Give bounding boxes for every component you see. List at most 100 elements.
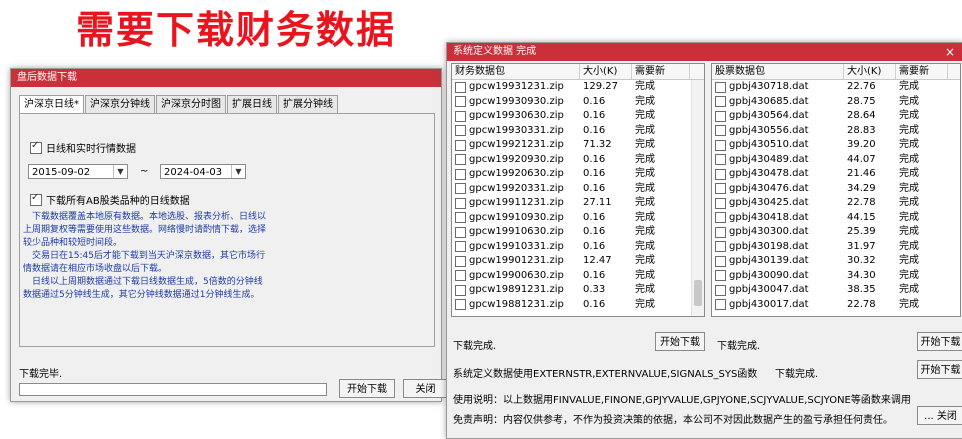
table-row[interactable]: gpbj430476.dat 34.29 完成 — [712, 182, 960, 197]
cell-size: 0.16 — [583, 269, 606, 281]
close-icon[interactable]: × — [943, 43, 957, 61]
row-checkbox[interactable] — [455, 226, 466, 238]
table-row[interactable]: gpbj430017.dat 22.78 完成 — [712, 298, 960, 313]
scrollbar[interactable] — [691, 80, 704, 316]
row-checkbox[interactable] — [715, 284, 726, 296]
row-checkbox[interactable] — [455, 168, 466, 180]
row-checkbox[interactable] — [715, 183, 726, 195]
row-checkbox[interactable] — [715, 81, 726, 93]
stock-start-download-button[interactable]: 开始下载 — [917, 332, 962, 351]
table-row[interactable]: gpbj430300.dat 25.39 完成 — [712, 225, 960, 240]
tab-minute[interactable]: 沪深京分钟线 — [85, 95, 155, 113]
table-row[interactable]: gpcw19891231.zip 0.33 完成 — [452, 283, 704, 298]
table-row[interactable]: gpcw19931231.zip 129.27 完成 — [452, 80, 704, 95]
row-checkbox[interactable] — [715, 255, 726, 267]
table-row[interactable]: gpcw19910331.zip 0.16 完成 — [452, 240, 704, 255]
cell-size: 0.16 — [583, 240, 606, 252]
row-checkbox[interactable] — [455, 81, 466, 93]
table-row[interactable]: gpcw19930930.zip 0.16 完成 — [452, 95, 704, 110]
row-checkbox[interactable] — [715, 299, 726, 311]
table-row[interactable]: gpcw19921231.zip 71.32 完成 — [452, 138, 704, 153]
finance-start-download-button[interactable]: 开始下载 — [655, 332, 705, 351]
table-row[interactable]: gpbj430090.dat 34.30 完成 — [712, 269, 960, 284]
close-button[interactable]: ... 关闭 — [917, 406, 962, 425]
sys-start-download-button[interactable]: 开始下载 — [917, 360, 962, 379]
row-checkbox[interactable] — [715, 125, 726, 137]
table-row[interactable]: gpcw19910630.zip 0.16 完成 — [452, 225, 704, 240]
row-checkbox[interactable] — [715, 139, 726, 151]
table-row[interactable]: gpbj430139.dat 30.32 完成 — [712, 254, 960, 269]
list-header: 财务数据包 大小(K) 需要新 — [452, 64, 704, 80]
daily-checkbox[interactable] — [30, 140, 42, 154]
ab-checkbox-row[interactable]: 下载所有AB股类品种的日线数据 — [30, 192, 190, 207]
close-button[interactable]: 关闭 — [403, 379, 447, 398]
table-row[interactable]: gpbj430564.dat 28.64 完成 — [712, 109, 960, 124]
column-header-size[interactable]: 大小(K) — [580, 64, 632, 79]
column-header-size[interactable]: 大小(K) — [844, 64, 896, 79]
row-checkbox[interactable] — [455, 183, 466, 195]
table-row[interactable]: gpbj430478.dat 21.46 完成 — [712, 167, 960, 182]
row-checkbox[interactable] — [715, 212, 726, 224]
tab-daily[interactable]: 沪深京日线* — [19, 95, 84, 114]
tab-ext-daily[interactable]: 扩展日线 — [227, 95, 277, 113]
row-checkbox[interactable] — [455, 299, 466, 311]
column-header-status[interactable]: 需要新 — [632, 64, 690, 79]
row-checkbox[interactable] — [715, 241, 726, 253]
table-row[interactable]: gpbj430418.dat 44.15 完成 — [712, 211, 960, 226]
table-row[interactable]: gpcw19930331.zip 0.16 完成 — [452, 124, 704, 139]
table-row[interactable]: gpbj430685.dat 28.75 完成 — [712, 95, 960, 110]
window-title: 系统定义数据 完成 — [453, 46, 537, 57]
row-checkbox[interactable] — [455, 255, 466, 267]
column-header-name[interactable]: 财务数据包 — [452, 64, 580, 79]
row-checkbox[interactable] — [455, 154, 466, 166]
tab-intraday[interactable]: 沪深京分时图 — [156, 95, 226, 113]
table-row[interactable]: gpbj430510.dat 39.20 完成 — [712, 138, 960, 153]
row-checkbox[interactable] — [715, 168, 726, 180]
row-checkbox[interactable] — [455, 110, 466, 122]
row-checkbox[interactable] — [715, 226, 726, 238]
column-header-status[interactable]: 需要新 — [896, 64, 948, 79]
row-checkbox[interactable] — [455, 96, 466, 108]
scroll-thumb[interactable] — [694, 280, 702, 306]
table-row[interactable]: gpcw19901231.zip 12.47 完成 — [452, 254, 704, 269]
daily-checkbox-row[interactable]: 日线和实时行情数据 — [30, 140, 136, 155]
row-checkbox[interactable] — [715, 197, 726, 209]
cell-name: gpbj430510.dat — [712, 138, 844, 153]
row-checkbox[interactable] — [715, 154, 726, 166]
table-row[interactable]: gpbj430047.dat 38.35 完成 — [712, 283, 960, 298]
cell-size: 0.16 — [583, 110, 606, 121]
table-row[interactable]: gpcw19920630.zip 0.16 完成 — [452, 167, 704, 182]
table-row[interactable]: gpcw19900630.zip 0.16 完成 — [452, 269, 704, 284]
column-header-name[interactable]: 股票数据包 — [712, 64, 844, 79]
row-checkbox[interactable] — [715, 110, 726, 122]
row-checkbox[interactable] — [715, 270, 726, 282]
table-row[interactable]: gpbj430718.dat 22.76 完成 — [712, 80, 960, 95]
table-row[interactable]: gpcw19881231.zip 0.16 完成 — [452, 298, 704, 313]
row-checkbox[interactable] — [455, 139, 466, 151]
table-row[interactable]: gpcw19910930.zip 0.16 完成 — [452, 211, 704, 226]
table-row[interactable]: gpcw19930630.zip 0.16 完成 — [452, 109, 704, 124]
table-row[interactable]: gpbj430198.dat 31.97 完成 — [712, 240, 960, 255]
row-checkbox[interactable] — [455, 241, 466, 253]
table-row[interactable]: gpbj430556.dat 28.83 完成 — [712, 124, 960, 139]
row-checkbox[interactable] — [455, 284, 466, 296]
end-date-picker[interactable]: 2024-04-03 ▼ — [160, 164, 246, 179]
chevron-down-icon[interactable]: ▼ — [231, 165, 245, 178]
table-row[interactable]: gpcw19920331.zip 0.16 完成 — [452, 182, 704, 197]
tab-ext-minute[interactable]: 扩展分钟线 — [278, 95, 338, 113]
row-checkbox[interactable] — [455, 212, 466, 224]
table-row[interactable]: gpcw19911231.zip 27.11 完成 — [452, 196, 704, 211]
row-checkbox[interactable] — [455, 270, 466, 282]
cell-status: 完成 — [635, 139, 655, 150]
start-date-picker[interactable]: 2015-09-02 ▼ — [28, 164, 128, 179]
chevron-down-icon[interactable]: ▼ — [113, 165, 127, 178]
table-row[interactable]: gpcw19920930.zip 0.16 完成 — [452, 153, 704, 168]
table-row[interactable]: gpbj430425.dat 22.78 完成 — [712, 196, 960, 211]
start-download-button[interactable]: 开始下载 — [339, 379, 395, 398]
description-paragraph: 交易日在15:45后才能下载到当天沪深京数据，其它市场行情数据请在相应市场收盘以… — [23, 251, 265, 274]
table-row[interactable]: gpbj430489.dat 44.07 完成 — [712, 153, 960, 168]
row-checkbox[interactable] — [455, 197, 466, 209]
row-checkbox[interactable] — [715, 96, 726, 108]
row-checkbox[interactable] — [455, 125, 466, 137]
ab-checkbox[interactable] — [30, 192, 42, 206]
